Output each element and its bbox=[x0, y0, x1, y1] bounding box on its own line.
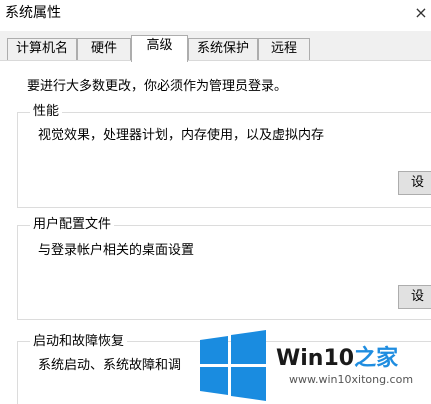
title-bar: 系统属性 × bbox=[0, 0, 431, 31]
user-profiles-settings-button[interactable]: 设 bbox=[398, 285, 431, 309]
windows-logo-icon bbox=[200, 330, 266, 401]
user-profiles-group-title: 用户配置文件 bbox=[30, 217, 115, 233]
performance-group-title: 性能 bbox=[30, 104, 63, 120]
tab-system-protection[interactable]: 系统保护 bbox=[188, 38, 258, 60]
performance-settings-button[interactable]: 设 bbox=[398, 171, 431, 195]
close-icon[interactable]: × bbox=[411, 3, 431, 23]
watermark-url: www.win10xitong.com bbox=[289, 373, 414, 386]
startup-recovery-description: 系统启动、系统故障和调 bbox=[38, 358, 182, 373]
startup-recovery-group-title: 启动和故障恢复 bbox=[30, 334, 128, 350]
tab-computer-name[interactable]: 计算机名 bbox=[7, 38, 77, 60]
admin-notice: 要进行大多数更改，你必须作为管理员登录。 bbox=[27, 79, 288, 94]
watermark-brand: Win10之家 bbox=[276, 340, 398, 372]
tab-remote[interactable]: 远程 bbox=[258, 38, 310, 60]
watermark-brand-main: Win10 bbox=[276, 346, 355, 371]
watermark-brand-zhi: 之家 bbox=[354, 346, 399, 371]
window-title: 系统属性 bbox=[5, 5, 61, 21]
user-profiles-group bbox=[17, 225, 431, 320]
performance-group bbox=[17, 112, 431, 208]
performance-description: 视觉效果，处理器计划，内存使用，以及虚拟内存 bbox=[38, 128, 325, 143]
tab-hardware[interactable]: 硬件 bbox=[77, 38, 131, 60]
tab-advanced[interactable]: 高级 bbox=[131, 35, 188, 62]
user-profiles-description: 与登录帐户相关的桌面设置 bbox=[38, 243, 195, 258]
